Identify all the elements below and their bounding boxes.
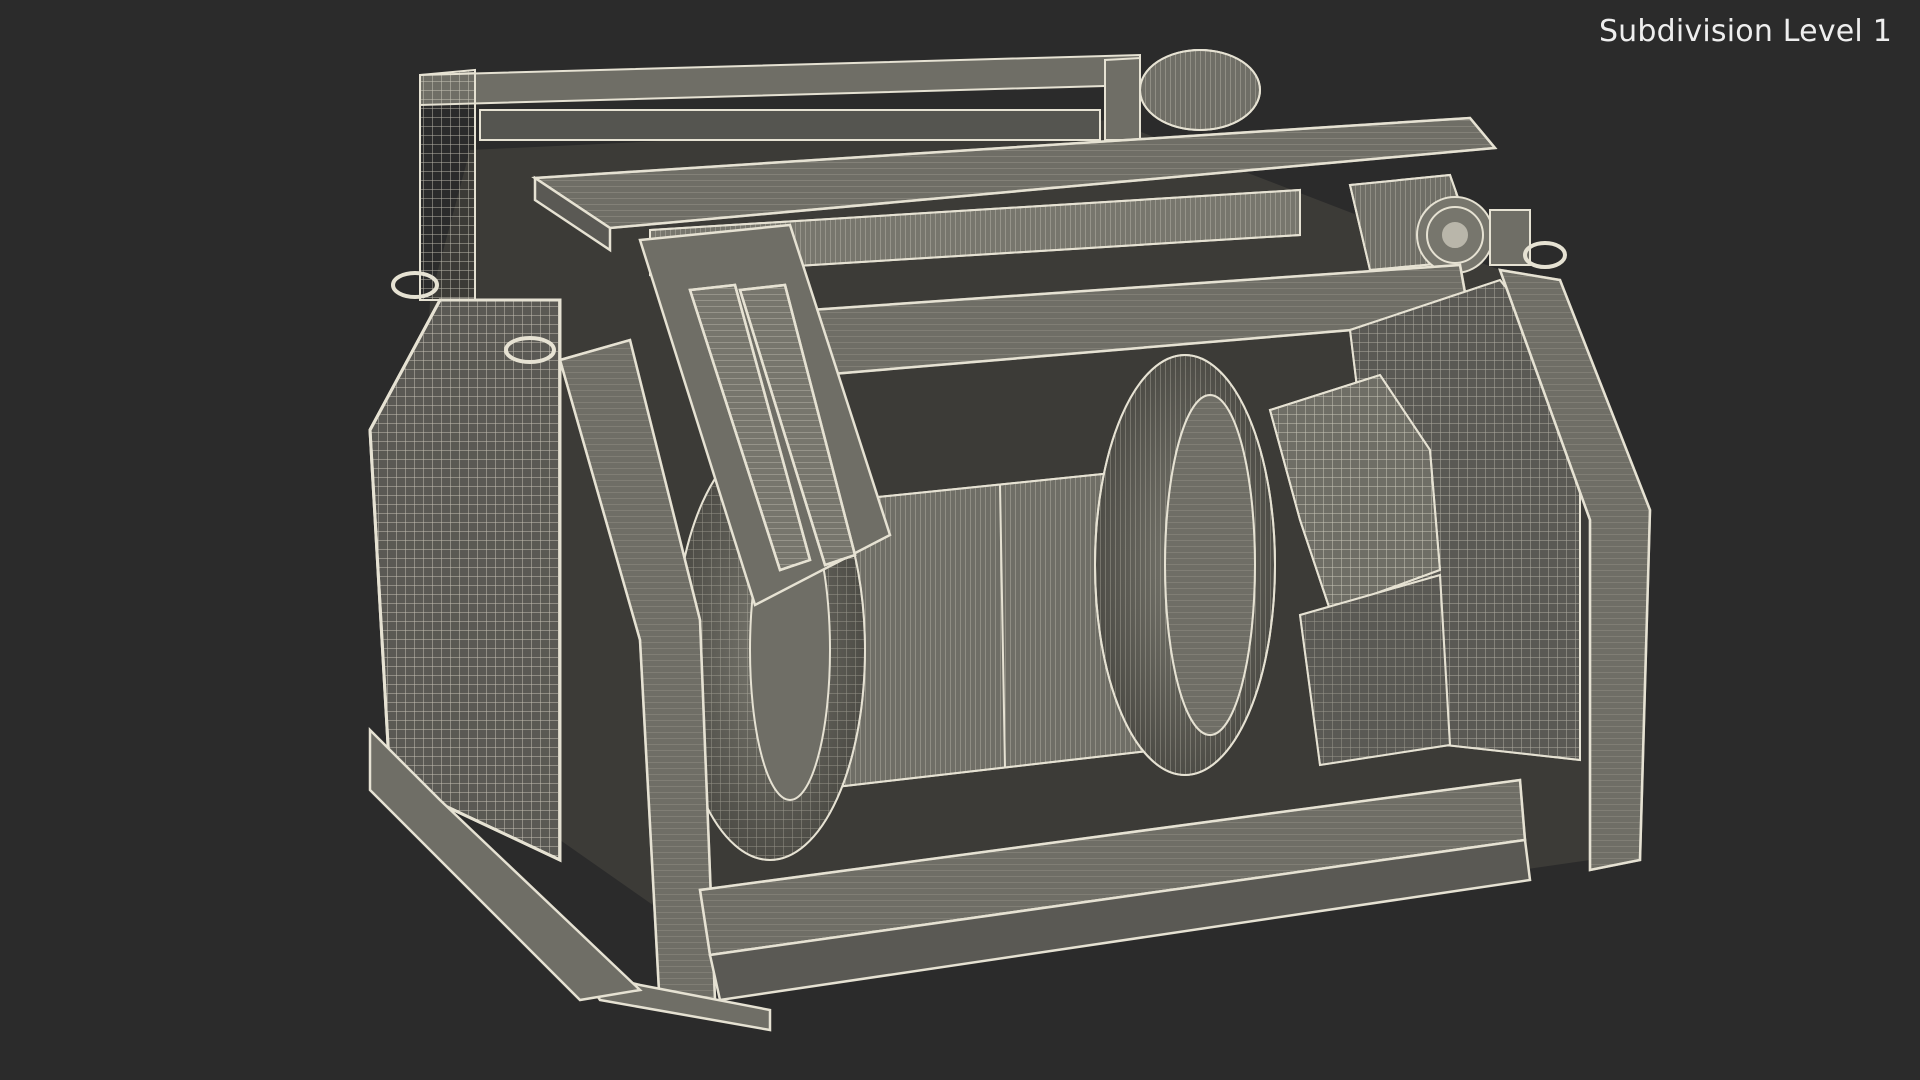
right-drum-flange — [1094, 354, 1276, 776]
subdivision-level-label: Subdivision Level 1 — [1598, 14, 1892, 49]
viewport-canvas[interactable]: Subdivision Level 1 — [0, 0, 1920, 1080]
side-motor — [1348, 173, 1531, 274]
winch-wireframe-model — [368, 49, 1652, 1032]
rear-motor — [1139, 49, 1261, 131]
